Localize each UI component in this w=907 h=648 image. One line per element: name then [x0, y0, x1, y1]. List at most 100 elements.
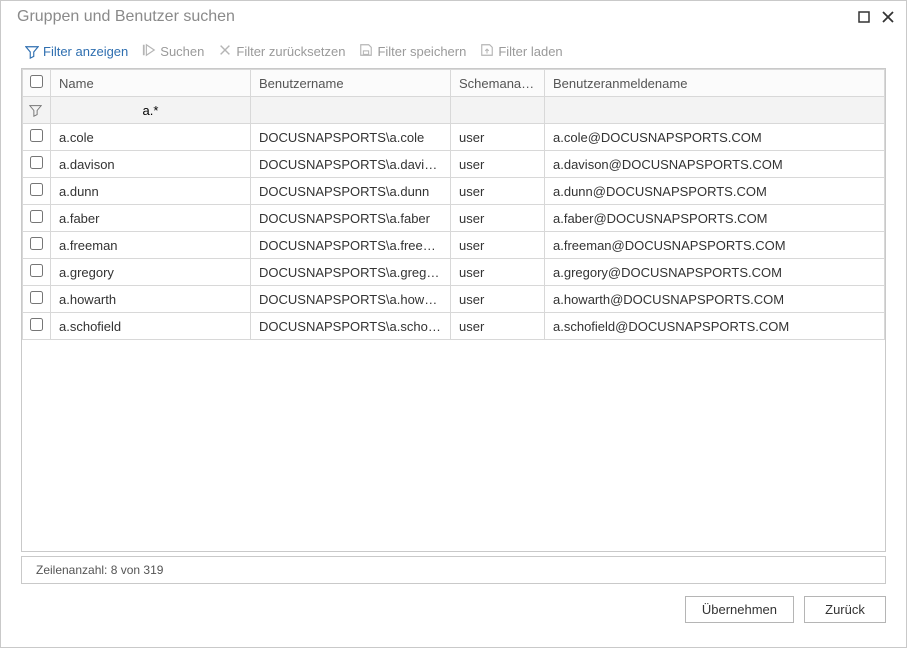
- cell-schema: user: [451, 151, 545, 178]
- search-label: Suchen: [160, 44, 204, 59]
- cell-schema: user: [451, 286, 545, 313]
- cell-login: a.howarth@DOCUSNAPSPORTS.COM: [545, 286, 885, 313]
- filter-cell-schema[interactable]: [451, 97, 545, 124]
- cell-login: a.schofield@DOCUSNAPSPORTS.COM: [545, 313, 885, 340]
- cell-schema: user: [451, 232, 545, 259]
- cell-schema: user: [451, 124, 545, 151]
- reset-filter-label: Filter zurücksetzen: [236, 44, 345, 59]
- cell-name: a.faber: [51, 205, 251, 232]
- cell-login: a.davison@DOCUSNAPSPORTS.COM: [545, 151, 885, 178]
- cell-name: a.davison: [51, 151, 251, 178]
- table-row[interactable]: a.howarthDOCUSNAPSPORTS\a.howarthusera.h…: [23, 286, 885, 313]
- cell-name: a.freeman: [51, 232, 251, 259]
- back-button[interactable]: Zurück: [804, 596, 886, 623]
- cell-name: a.dunn: [51, 178, 251, 205]
- rowcount-label: Zeilenanzahl: 8 von 319: [36, 563, 163, 577]
- row-select-checkbox[interactable]: [30, 129, 43, 142]
- x-icon: [218, 43, 232, 60]
- titlebar: Gruppen und Benutzer suchen: [1, 1, 906, 33]
- row-select-cell[interactable]: [23, 259, 51, 286]
- cell-username: DOCUSNAPSPORTS\a.schofield: [251, 313, 451, 340]
- table-row[interactable]: a.dunnDOCUSNAPSPORTS\a.dunnusera.dunn@DO…: [23, 178, 885, 205]
- cell-username: DOCUSNAPSPORTS\a.gregory: [251, 259, 451, 286]
- save-filter-label: Filter speichern: [377, 44, 466, 59]
- window-title: Gruppen und Benutzer suchen: [9, 8, 235, 26]
- cell-schema: user: [451, 259, 545, 286]
- results-table: Name Benutzername Schemaname Benutzeranm…: [21, 68, 886, 552]
- cell-name: a.cole: [51, 124, 251, 151]
- filter-input-username[interactable]: [257, 103, 444, 118]
- table-row[interactable]: a.gregoryDOCUSNAPSPORTS\a.gregoryusera.g…: [23, 259, 885, 286]
- filter-cell-login[interactable]: [545, 97, 885, 124]
- col-header-username[interactable]: Benutzername: [251, 70, 451, 97]
- header-row: Name Benutzername Schemaname Benutzeranm…: [23, 70, 885, 97]
- cell-login: a.freeman@DOCUSNAPSPORTS.COM: [545, 232, 885, 259]
- footer: Übernehmen Zurück: [1, 584, 906, 635]
- load-icon: [480, 43, 494, 60]
- cell-login: a.gregory@DOCUSNAPSPORTS.COM: [545, 259, 885, 286]
- show-filter-button[interactable]: Filter anzeigen: [25, 44, 128, 59]
- funnel-icon: [25, 45, 39, 59]
- row-select-cell[interactable]: [23, 124, 51, 151]
- col-header-login[interactable]: Benutzeranmeldename: [545, 70, 885, 97]
- filter-input-login[interactable]: [551, 103, 878, 118]
- table-row[interactable]: a.coleDOCUSNAPSPORTS\a.coleusera.cole@DO…: [23, 124, 885, 151]
- select-all-cell[interactable]: [23, 70, 51, 97]
- cell-login: a.faber@DOCUSNAPSPORTS.COM: [545, 205, 885, 232]
- table-row[interactable]: a.faberDOCUSNAPSPORTS\a.faberusera.faber…: [23, 205, 885, 232]
- filter-input-name[interactable]: [57, 103, 244, 118]
- filter-cell-name[interactable]: [51, 97, 251, 124]
- select-all-checkbox[interactable]: [30, 75, 43, 88]
- close-button[interactable]: [878, 7, 898, 27]
- row-select-cell[interactable]: [23, 205, 51, 232]
- reset-filter-button[interactable]: Filter zurücksetzen: [218, 43, 345, 60]
- cell-username: DOCUSNAPSPORTS\a.dunn: [251, 178, 451, 205]
- row-select-checkbox[interactable]: [30, 291, 43, 304]
- row-select-cell[interactable]: [23, 178, 51, 205]
- row-select-checkbox[interactable]: [30, 264, 43, 277]
- row-select-checkbox[interactable]: [30, 237, 43, 250]
- row-select-cell[interactable]: [23, 313, 51, 340]
- cell-login: a.cole@DOCUSNAPSPORTS.COM: [545, 124, 885, 151]
- filter-input-schema[interactable]: [457, 103, 538, 118]
- toolbar: Filter anzeigen Suchen Filter zurücksetz…: [1, 33, 906, 68]
- row-select-cell[interactable]: [23, 286, 51, 313]
- cell-name: a.gregory: [51, 259, 251, 286]
- row-select-checkbox[interactable]: [30, 318, 43, 331]
- load-filter-label: Filter laden: [498, 44, 562, 59]
- table-row[interactable]: a.schofieldDOCUSNAPSPORTS\a.schofielduse…: [23, 313, 885, 340]
- apply-button[interactable]: Übernehmen: [685, 596, 794, 623]
- table-row[interactable]: a.freemanDOCUSNAPSPORTS\a.freemanusera.f…: [23, 232, 885, 259]
- cell-name: a.schofield: [51, 313, 251, 340]
- row-select-cell[interactable]: [23, 232, 51, 259]
- col-header-schema[interactable]: Schemaname: [451, 70, 545, 97]
- cell-schema: user: [451, 178, 545, 205]
- cell-schema: user: [451, 313, 545, 340]
- play-icon: [142, 43, 156, 60]
- cell-username: DOCUSNAPSPORTS\a.freeman: [251, 232, 451, 259]
- maximize-button[interactable]: [854, 7, 874, 27]
- cell-username: DOCUSNAPSPORTS\a.davison: [251, 151, 451, 178]
- row-select-checkbox[interactable]: [30, 210, 43, 223]
- row-select-checkbox[interactable]: [30, 156, 43, 169]
- save-icon: [359, 43, 373, 60]
- table-empty-area: [22, 340, 885, 551]
- load-filter-button[interactable]: Filter laden: [480, 43, 562, 60]
- search-button[interactable]: Suchen: [142, 43, 204, 60]
- save-filter-button[interactable]: Filter speichern: [359, 43, 466, 60]
- cell-username: DOCUSNAPSPORTS\a.howarth: [251, 286, 451, 313]
- row-select-cell[interactable]: [23, 151, 51, 178]
- status-bar: Zeilenanzahl: 8 von 319: [21, 556, 886, 584]
- cell-name: a.howarth: [51, 286, 251, 313]
- filter-cell-username[interactable]: [251, 97, 451, 124]
- cell-schema: user: [451, 205, 545, 232]
- table-row[interactable]: a.davisonDOCUSNAPSPORTS\a.davisonusera.d…: [23, 151, 885, 178]
- cell-username: DOCUSNAPSPORTS\a.faber: [251, 205, 451, 232]
- row-select-checkbox[interactable]: [30, 183, 43, 196]
- cell-login: a.dunn@DOCUSNAPSPORTS.COM: [545, 178, 885, 205]
- filter-row: [23, 97, 885, 124]
- col-header-name[interactable]: Name: [51, 70, 251, 97]
- cell-username: DOCUSNAPSPORTS\a.cole: [251, 124, 451, 151]
- funnel-icon: [29, 104, 44, 117]
- filter-indicator-cell[interactable]: [23, 97, 51, 124]
